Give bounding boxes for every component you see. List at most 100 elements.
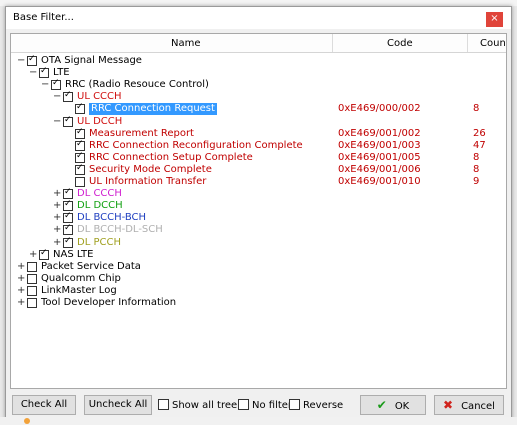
dialog-title: Base Filter... [13, 12, 74, 23]
tree-label[interactable]: OTA Signal Message [41, 55, 142, 67]
tree-checkbox[interactable] [63, 115, 73, 127]
tree-row[interactable]: + Packet Service Data [11, 261, 506, 273]
expand-icon[interactable]: + [53, 224, 61, 235]
tree-label[interactable]: DL BCCH-DL-SCH [77, 224, 163, 236]
tree-checkbox[interactable] [63, 199, 73, 212]
tree-checkbox[interactable] [51, 78, 61, 91]
tree-row[interactable]: + DL CCCH [11, 187, 506, 200]
reverse-checkbox[interactable] [289, 399, 300, 410]
tree-label-selected[interactable]: RRC Connection Request [89, 103, 217, 116]
collapse-icon[interactable]: − [29, 67, 37, 78]
tree-row[interactable]: UL Information Transfer 0xE469/001/010 9 [11, 176, 506, 188]
no-filter-checkbox[interactable] [238, 399, 249, 410]
column-header-name[interactable]: Name [171, 38, 201, 49]
tree-row[interactable]: −LTE [11, 66, 506, 79]
tree-label[interactable]: DL BCCH-BCH [77, 212, 146, 224]
tree-row[interactable]: − RRC (Radio Resouce Control) [11, 78, 506, 91]
tree-label[interactable]: DL PCCH [77, 237, 121, 249]
tree-checkbox[interactable] [39, 66, 49, 79]
expand-icon[interactable]: + [17, 261, 25, 272]
expand-icon[interactable]: + [17, 273, 25, 284]
tree-label[interactable]: NAS LTE [53, 249, 93, 261]
collapse-icon[interactable]: − [53, 116, 61, 127]
tree-label[interactable]: UL Information Transfer [89, 176, 206, 188]
cancel-label: Cancel [461, 401, 495, 412]
message-count: 8 [473, 163, 480, 175]
tree-row[interactable]: − UL DCCH [11, 115, 506, 128]
expand-icon[interactable]: + [29, 249, 37, 260]
tree-checkbox[interactable] [63, 187, 73, 200]
tree-checkbox[interactable] [27, 54, 37, 66]
close-button[interactable]: × [486, 12, 503, 27]
tree-row[interactable]: + Tool Developer Information [11, 297, 506, 309]
tree-row[interactable]: RRC Connection Request 0xE469/000/002 8 [11, 102, 506, 116]
tree-label[interactable]: DL DCCH [77, 200, 123, 212]
collapse-icon[interactable]: − [41, 79, 49, 90]
tree-checkbox[interactable] [63, 211, 73, 224]
tree-label[interactable]: RRC (Radio Resouce Control) [65, 79, 209, 91]
tree-checkbox[interactable] [39, 248, 49, 260]
tree-label[interactable]: RRC Connection Setup Complete [89, 152, 253, 164]
message-count: 8 [473, 151, 480, 163]
show-all-tree-option[interactable]: Show all tree [158, 399, 237, 411]
tree-checkbox[interactable] [75, 102, 85, 115]
show-all-tree-checkbox[interactable] [158, 399, 169, 410]
no-filter-option[interactable]: No filter [238, 399, 292, 411]
reverse-option[interactable]: Reverse [289, 399, 343, 411]
ok-label: OK [394, 401, 410, 412]
uncheck-all-button[interactable]: Uncheck All [84, 395, 152, 415]
tree-row[interactable]: RRC Connection Reconfiguration Complete 0… [11, 139, 506, 152]
expand-icon[interactable]: + [53, 237, 61, 248]
tree-checkbox[interactable] [27, 285, 37, 296]
collapse-icon[interactable]: − [53, 91, 61, 102]
expand-icon[interactable]: + [17, 285, 25, 296]
cancel-button[interactable]: ✖ Cancel [434, 395, 504, 415]
tree-checkbox[interactable] [27, 273, 37, 284]
tree-checkbox[interactable] [63, 90, 73, 103]
tree-label[interactable]: UL DCCH [77, 116, 122, 128]
tree-row[interactable]: Security Mode Complete 0xE469/001/006 8 [11, 163, 506, 176]
tree-label[interactable]: Security Mode Complete [89, 164, 212, 176]
reverse-label: Reverse [303, 400, 344, 411]
tree-row[interactable]: + DL PCCH [11, 236, 506, 249]
tree-checkbox[interactable] [75, 151, 85, 163]
tree-row[interactable]: + NAS LTE [11, 248, 506, 261]
tree-checkbox[interactable] [75, 163, 85, 175]
tree-checkbox[interactable] [27, 298, 37, 308]
tree-row[interactable]: − UL CCCH [11, 90, 506, 103]
tree-label[interactable]: RRC Connection Reconfiguration Complete [89, 140, 303, 152]
tree-row[interactable]: Measurement Report 0xE469/001/002 26 [11, 127, 506, 140]
tree-row[interactable]: + DL BCCH-BCH [11, 211, 506, 224]
tree-row[interactable]: RRC Connection Setup Complete 0xE469/001/… [11, 151, 506, 164]
tree-label[interactable]: Qualcomm Chip [41, 273, 121, 285]
column-header-code[interactable]: Code [387, 38, 413, 49]
tree-checkbox[interactable] [75, 127, 85, 139]
tree-label[interactable]: Packet Service Data [41, 261, 141, 273]
tree-label[interactable]: Measurement Report [89, 128, 194, 140]
collapse-icon[interactable]: − [17, 55, 25, 66]
tree-checkbox[interactable] [75, 139, 85, 151]
tree-row[interactable]: + LinkMaster Log [11, 285, 506, 297]
tree-checkbox[interactable] [63, 236, 73, 248]
tree-checkbox[interactable] [75, 177, 85, 187]
tree-label[interactable]: DL CCCH [77, 188, 122, 200]
expand-icon[interactable]: + [53, 200, 61, 211]
tree-label[interactable]: LinkMaster Log [41, 285, 117, 297]
tree-label[interactable]: Tool Developer Information [41, 297, 176, 309]
message-code: 0xE469/001/006 [338, 163, 421, 175]
ok-button[interactable]: ✔ OK [360, 395, 426, 415]
no-filter-label: No filter [252, 400, 293, 411]
tree-checkbox[interactable] [63, 223, 73, 236]
message-code: 0xE469/001/010 [338, 176, 421, 187]
tree-row[interactable]: + Qualcomm Chip [11, 273, 506, 285]
tree-checkbox[interactable] [27, 261, 37, 272]
check-all-button[interactable]: Check All [12, 395, 76, 415]
expand-icon[interactable]: + [53, 212, 61, 223]
tree-row[interactable]: − OTA Signal Message [11, 54, 506, 67]
expand-icon[interactable]: + [53, 188, 61, 199]
tree-row[interactable]: + DL DCCH [11, 199, 506, 212]
tree-label[interactable]: UL CCCH [77, 91, 122, 103]
tree-row[interactable]: + DL BCCH-DL-SCH [11, 223, 506, 236]
expand-icon[interactable]: + [17, 297, 25, 308]
column-header-count[interactable]: Count [480, 38, 506, 49]
